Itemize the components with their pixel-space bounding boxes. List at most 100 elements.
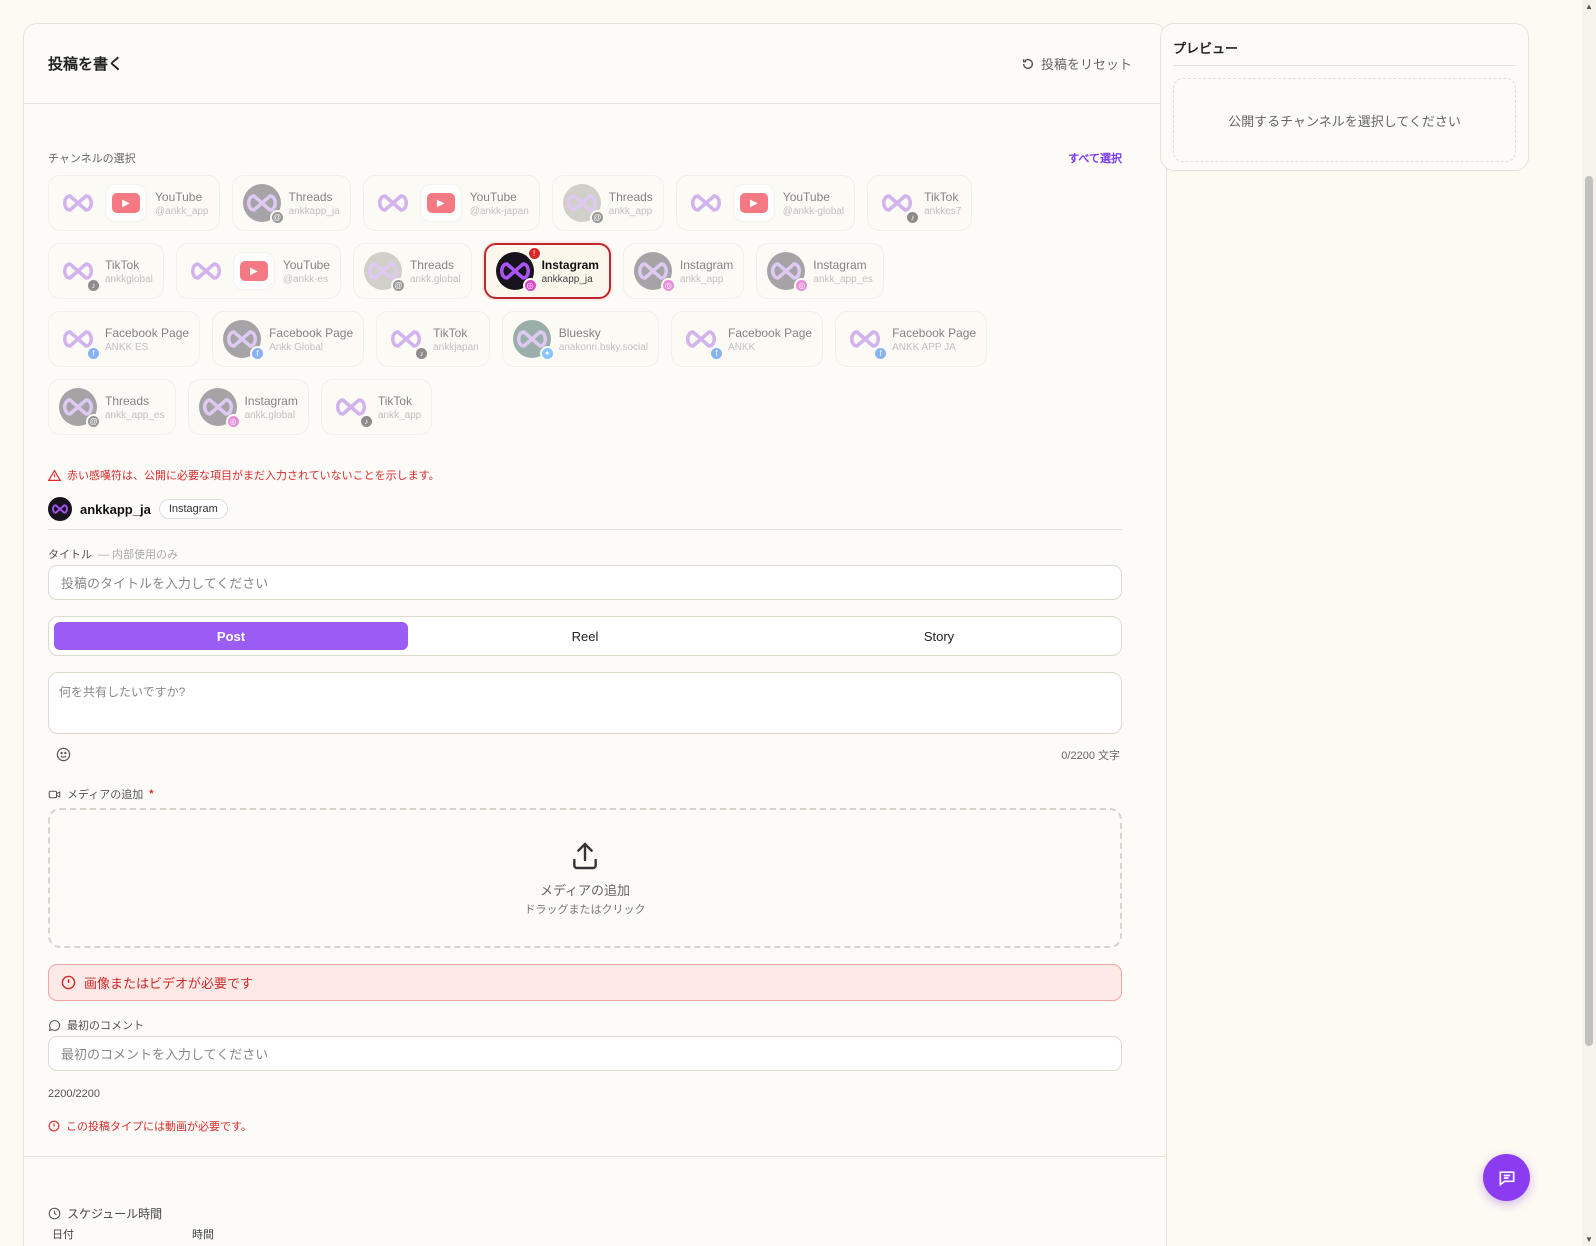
channel-handle: ankk_app_es [105,409,165,421]
facebook-icon: f [873,346,889,361]
channel-option[interactable]: ♪ TikTok ankkjapan [376,311,490,367]
divider [24,1156,1166,1157]
channel-text: TikTok ankkglobal [105,258,153,285]
select-all-button[interactable]: すべて選択 [1068,150,1122,166]
scroll-up-icon[interactable]: ▲ [1585,2,1593,11]
youtube-icon: ▶ [419,184,462,222]
media-required-alert: 画像またはビデオが必要です [48,964,1122,1001]
channel-handle: ankk_app [377,409,422,421]
preview-title: プレビュー [1173,38,1516,66]
channel-handle: anakonn.bsky.social [558,341,649,353]
comment-counter: 2200/2200 [48,1088,100,1100]
channel-option[interactable]: ♪ TikTok ankkglobal [48,243,164,299]
channel-option[interactable]: f Facebook Page ANKK APP JA [835,311,988,367]
channel-text: TikTok ankk_app [378,394,421,421]
channel-text: YouTube @ankk-global [783,190,844,217]
channel-name: Instagram [813,257,867,272]
channel-name: Threads [288,189,333,204]
scrollbar[interactable]: ▲ ▼ [1582,0,1596,1246]
scroll-down-icon[interactable]: ▼ [1585,1235,1593,1244]
alert-circle-icon [61,975,76,990]
channel-section-header: チャンネルの選択 すべて選択 [48,150,1122,166]
avatar [687,184,725,222]
title-input[interactable]: 投稿のタイトルを入力してください [48,565,1122,600]
channel-option[interactable]: f Facebook Page ANKK [671,311,824,367]
channel-option[interactable]: ▶ YouTube @ankk-es [175,243,341,299]
channel-handle: ANKK [728,341,756,353]
avatar: ✦ [512,320,555,361]
instagram-icon: ◎ [794,278,810,293]
tab-story[interactable]: Story [762,622,1116,650]
channel-handle: ankk.global [409,273,461,285]
post-body-textarea[interactable]: 何を共有したいですか? [48,672,1122,734]
avatar: f [59,320,101,361]
threads-icon: @ [390,278,406,293]
platform-chip: Instagram [158,499,228,519]
channel-text: Threads ankkapp_ja [289,190,340,217]
channel-text: Facebook Page Ankk Global [269,326,353,353]
channel-text: Instagram ankk_app [680,258,733,285]
video-icon [48,790,61,798]
tab-reel[interactable]: Reel [408,622,762,650]
tiktok-icon: ♪ [414,346,430,361]
avatar: ♪ [878,184,921,225]
title-sublabel: — 内部使用のみ [98,549,179,561]
tiktok-icon: ♪ [905,210,921,225]
channel-option[interactable]: f Facebook Page ANKK ES [48,311,201,367]
first-comment-input[interactable]: 最初のコメントを入力してください [48,1036,1122,1071]
channel-option[interactable]: f Facebook Page Ankk Global [212,311,365,367]
channel-option[interactable]: ♪ TikTok ankk_app [320,379,433,435]
compose-card: 投稿を書く 投稿をリセット チャンネルの選択 すべて選択 ▶ YouTube @an… [23,23,1167,1246]
channel-name: Facebook Page [728,325,813,340]
media-dropzone[interactable]: メディアの追加 ドラッグまたはクリック [48,808,1122,948]
account-name: ankkapp_ja [80,501,151,517]
tiktok-icon: ♪ [358,414,374,429]
channel-option[interactable]: ◎ Instagram ankk.global [187,379,309,435]
scrollbar-thumb[interactable] [1585,176,1593,1046]
channel-option[interactable]: @ Threads ankk_app [551,175,664,231]
channel-option[interactable]: ✦ Bluesky anakonn.bsky.social [501,311,660,367]
facebook-icon: f [250,346,266,361]
channel-row: f Facebook Page ANKK ES f Facebook Page Ankk … [48,311,1128,367]
channel-text: YouTube @ankk-es [283,258,330,285]
required-mark: * [149,788,154,800]
youtube-icon: ▶ [105,184,147,222]
threads-icon: @ [269,210,285,225]
channel-name: Instagram [679,257,734,272]
preview-empty-state: 公開するチャンネルを選択してください [1173,78,1516,162]
first-comment-label-text: 最初のコメント [67,1020,144,1032]
time-label: 時間 [192,1229,214,1241]
channel-name: TikTok [433,325,468,340]
channel-handle: ANKK APP JA [892,341,956,353]
reset-post-button[interactable]: 投稿をリセット [1021,54,1132,73]
channel-name: Facebook Page [105,325,190,340]
channel-option[interactable]: ◎! Instagram ankkapp_ja [483,243,611,299]
avatar: @ [59,388,101,429]
upload-icon [573,842,597,869]
channel-option[interactable]: @ Threads ankk_app_es [48,379,176,435]
channel-name: YouTube [155,189,203,204]
channel-option[interactable]: @ Threads ankkapp_ja [231,175,351,231]
date-label: 日付 [52,1229,74,1241]
channel-option[interactable]: ▶ YouTube @ankk-japan [362,175,540,231]
channel-option[interactable]: ◎ Instagram ankk_app [622,243,745,299]
threads-icon: @ [86,414,101,429]
channel-option[interactable]: ♪ TikTok ankkes7 [867,175,973,231]
avatar: @ [242,184,285,225]
feedback-button[interactable] [1483,1154,1530,1201]
channel-option[interactable]: ◎ Instagram ankk_app_es [756,243,884,299]
emoji-button[interactable] [54,745,72,763]
chat-plus-icon [1499,1170,1514,1186]
channel-option[interactable]: @ Threads ankk.global [352,243,472,299]
brand-logo-icon [690,194,721,212]
tab-post[interactable]: Post [54,622,408,650]
channel-name: YouTube [782,189,830,204]
avatar: ♪ [59,252,101,293]
schedule-label-text: スケジュール時間 [67,1207,163,1221]
instagram-icon: ◎ [225,414,241,429]
channel-option[interactable]: ▶ YouTube @ankk-global [675,175,856,231]
channel-text: Threads ankk.global [410,258,461,285]
media-label: メディアの追加 * [48,786,154,802]
channel-option[interactable]: ▶ YouTube @ankk_app [48,175,220,231]
channel-name: TikTok [377,393,413,408]
